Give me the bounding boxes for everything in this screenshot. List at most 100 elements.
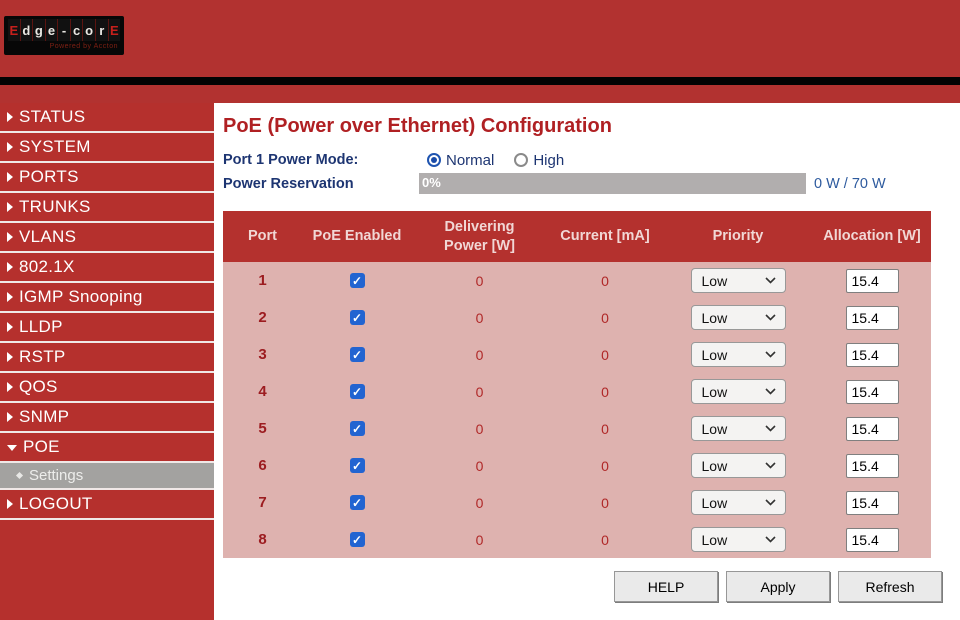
- priority-select[interactable]: Low: [690, 453, 786, 478]
- sidebar-item-label: VLANS: [19, 227, 77, 246]
- table-row: 5 ✓ 0 0 Low: [223, 410, 931, 447]
- allocation-input[interactable]: [845, 527, 899, 552]
- port-number: 8: [223, 521, 302, 558]
- logo-letters: E d g e - c o r E: [8, 19, 121, 41]
- sidebar-subitem-settings[interactable]: Settings: [0, 463, 214, 490]
- sidebar-item-lldp[interactable]: LLDP: [0, 313, 214, 343]
- priority-select[interactable]: Low: [690, 268, 786, 293]
- sidebar-item-label: PORTS: [19, 167, 79, 186]
- allocation-input[interactable]: [845, 305, 899, 330]
- sidebar-item-label: QOS: [19, 377, 58, 396]
- sidebar-item-trunks[interactable]: TRUNKS: [0, 193, 214, 223]
- poe-enabled-checkbox[interactable]: ✓: [349, 458, 365, 473]
- header-current: Current [mA]: [547, 211, 663, 262]
- priority-select[interactable]: Low: [690, 490, 786, 515]
- refresh-button[interactable]: Refresh: [838, 571, 942, 602]
- logo-letter: -: [58, 19, 71, 41]
- header-bar: E d g e - c o r E Powered by Accton: [0, 0, 960, 77]
- poe-enabled-checkbox[interactable]: ✓: [349, 532, 365, 547]
- power-reservation-bar: 0%: [419, 173, 806, 194]
- table-row: 4 ✓ 0 0 Low: [223, 373, 931, 410]
- allocation-input[interactable]: [845, 416, 899, 441]
- chevron-down-icon: [764, 536, 776, 543]
- delivering-power-value: 0: [412, 410, 547, 447]
- sidebar-item-qos[interactable]: QOS: [0, 373, 214, 403]
- priority-select[interactable]: Low: [690, 305, 786, 330]
- chevron-right-icon: [7, 499, 13, 509]
- sidebar-item-label: LOGOUT: [19, 494, 93, 513]
- sidebar-item-label: SNMP: [19, 407, 70, 426]
- current-value: 0: [547, 521, 663, 558]
- sidebar-item-8021x[interactable]: 802.1X: [0, 253, 214, 283]
- sidebar-item-snmp[interactable]: SNMP: [0, 403, 214, 433]
- current-value: 0: [547, 336, 663, 373]
- poe-enabled-checkbox[interactable]: ✓: [349, 421, 365, 436]
- port-number: 7: [223, 484, 302, 521]
- port-number: 2: [223, 299, 302, 336]
- sidebar-subitem-label: Settings: [29, 467, 84, 484]
- power-mode-radio-group: Normal High: [427, 152, 564, 169]
- radio-option-high[interactable]: High: [514, 152, 564, 169]
- main-content: PoE (Power over Ethernet) Configuration …: [214, 103, 960, 620]
- sidebar-item-poe[interactable]: POE: [0, 433, 214, 463]
- radio-normal-icon[interactable]: [427, 153, 441, 167]
- allocation-input[interactable]: [845, 453, 899, 478]
- power-mode-label: Port 1 Power Mode:: [223, 152, 359, 168]
- sidebar-item-igmp-snooping[interactable]: IGMP Snooping: [0, 283, 214, 313]
- logo-letter: e: [45, 19, 59, 41]
- priority-selected-value: Low: [701, 309, 728, 326]
- power-mode-row: Port 1 Power Mode: Normal High: [223, 149, 943, 171]
- allocation-input[interactable]: [845, 342, 899, 367]
- radio-high-label: High: [533, 151, 565, 169]
- sidebar-item-ports[interactable]: PORTS: [0, 163, 214, 193]
- poe-enabled-checkbox[interactable]: ✓: [349, 384, 365, 399]
- priority-select[interactable]: Low: [690, 416, 786, 441]
- sidebar-item-rstp[interactable]: RSTP: [0, 343, 214, 373]
- port-number: 1: [223, 262, 302, 299]
- chevron-right-icon: [7, 172, 13, 182]
- port-number: 4: [223, 373, 302, 410]
- sidebar-item-label: STATUS: [19, 107, 86, 126]
- delivering-power-value: 0: [412, 484, 547, 521]
- priority-selected-value: Low: [701, 383, 728, 400]
- allocation-input[interactable]: [845, 490, 899, 515]
- logo-letter: o: [83, 19, 96, 41]
- sidebar-item-logout[interactable]: LOGOUT: [0, 490, 214, 520]
- page-title: PoE (Power over Ethernet) Configuration: [223, 115, 612, 137]
- radio-normal-label: Normal: [446, 151, 495, 169]
- power-reservation-label: Power Reservation: [223, 175, 354, 192]
- priority-select[interactable]: Low: [690, 527, 786, 552]
- poe-enabled-checkbox[interactable]: ✓: [349, 273, 365, 288]
- priority-select[interactable]: Low: [690, 379, 786, 404]
- allocation-input[interactable]: [845, 379, 899, 404]
- apply-button[interactable]: Apply: [726, 571, 830, 602]
- poe-enabled-checkbox[interactable]: ✓: [349, 495, 365, 510]
- chevron-down-icon: [764, 499, 776, 506]
- radio-option-normal[interactable]: Normal: [427, 152, 494, 169]
- chevron-down-icon: [764, 314, 776, 321]
- allocation-input[interactable]: [845, 268, 899, 293]
- logo-letter: r: [95, 19, 109, 41]
- current-value: 0: [547, 299, 663, 336]
- header-priority: Priority: [663, 211, 813, 262]
- sidebar-item-label: RSTP: [19, 347, 66, 366]
- header-port: Port: [223, 211, 302, 262]
- chevron-down-icon: [764, 351, 776, 358]
- sidebar-item-system[interactable]: SYSTEM: [0, 133, 214, 163]
- help-button[interactable]: HELP: [614, 571, 718, 602]
- port-number: 6: [223, 447, 302, 484]
- delivering-power-value: 0: [412, 521, 547, 558]
- poe-enabled-checkbox[interactable]: ✓: [349, 310, 365, 325]
- current-value: 0: [547, 410, 663, 447]
- delivering-power-value: 0: [412, 373, 547, 410]
- sidebar-item-label: 802.1X: [19, 257, 75, 276]
- poe-enabled-checkbox[interactable]: ✓: [349, 347, 365, 362]
- priority-select[interactable]: Low: [690, 342, 786, 367]
- power-reservation-row: Power Reservation 0% 0 W / 70 W: [223, 173, 960, 194]
- sidebar-item-status[interactable]: STATUS: [0, 103, 214, 133]
- chevron-right-icon: [7, 352, 13, 362]
- current-value: 0: [547, 262, 663, 299]
- radio-high-icon[interactable]: [514, 153, 529, 167]
- header-lower-stripe: [0, 85, 960, 103]
- sidebar-item-vlans[interactable]: VLANS: [0, 223, 214, 253]
